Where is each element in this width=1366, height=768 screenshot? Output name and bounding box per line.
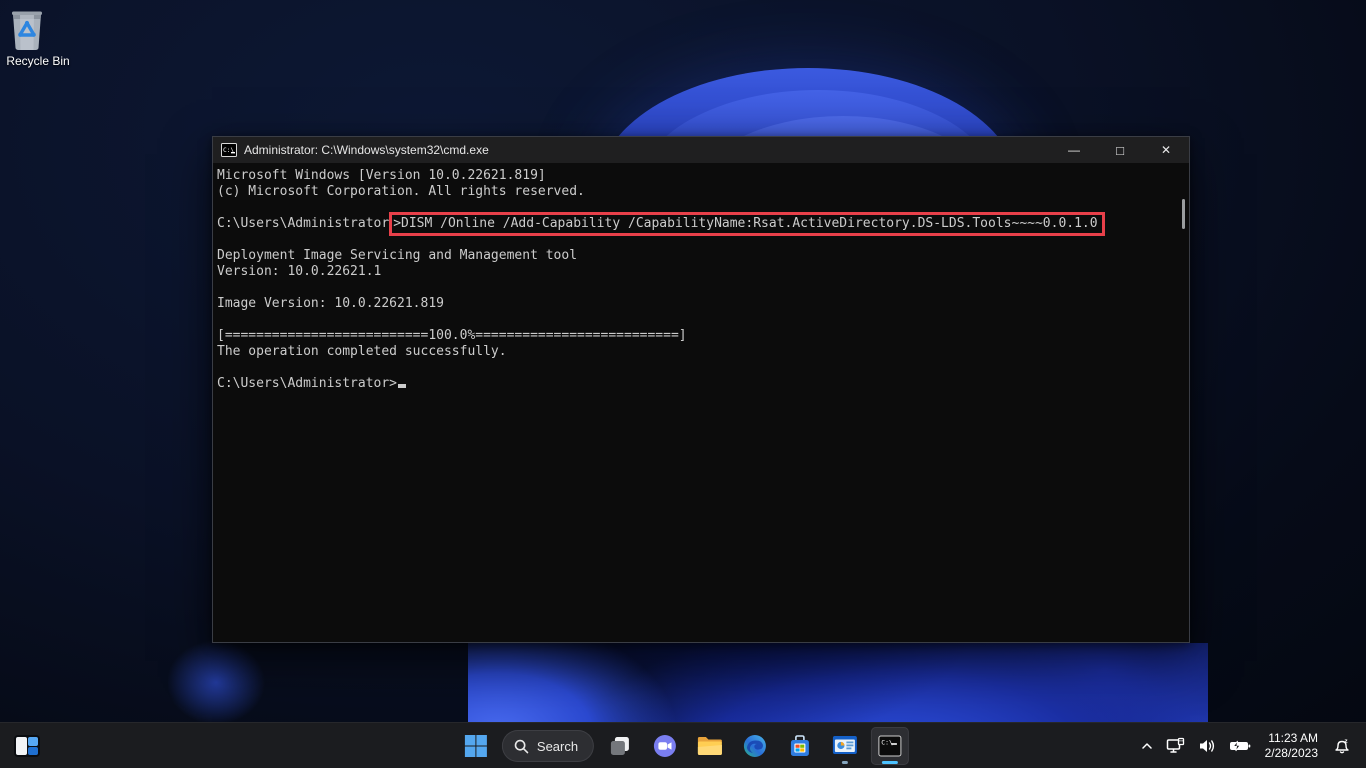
scrollbar-thumb[interactable]: [1182, 199, 1185, 229]
start-icon: [464, 734, 488, 758]
svg-text:C:\: C:\: [882, 739, 894, 747]
tray-clock[interactable]: 11:23 AM 2/28/2023: [1259, 731, 1324, 761]
highlight-annotation-box: >DISM /Online /Add-Capability /Capabilit…: [389, 212, 1104, 236]
ethernet-icon: [1166, 737, 1186, 755]
tray-volume-button[interactable]: [1194, 727, 1221, 765]
cmd-app-icon: C:\: [221, 143, 237, 157]
store-icon: [788, 734, 812, 758]
tray-battery-button[interactable]: [1225, 727, 1255, 765]
widgets-icon: [14, 735, 40, 757]
search-label: Search: [537, 739, 578, 754]
terminal-output[interactable]: Microsoft Windows [Version 10.0.22621.81…: [213, 163, 1189, 644]
tray-notifications-button[interactable]: z: [1328, 727, 1356, 765]
prompt-text: C:\Users\Administrator: [217, 216, 389, 232]
terminal-scrollbar[interactable]: [1179, 167, 1187, 637]
tray-hidden-icons-button[interactable]: [1136, 727, 1158, 765]
terminal-line: Microsoft Windows [Version 10.0.22621.81…: [217, 168, 1175, 184]
taskbar-cmd-button[interactable]: C:\: [871, 727, 909, 765]
taskbar: Search: [0, 722, 1366, 768]
taskbar-task-view-button[interactable]: [601, 727, 639, 765]
edge-icon: [743, 734, 767, 758]
terminal-line: (c) Microsoft Corporation. All rights re…: [217, 184, 1175, 200]
taskbar-store-button[interactable]: [781, 727, 819, 765]
taskbar-widgets-button[interactable]: [8, 727, 46, 765]
chevron-up-icon: [1140, 739, 1154, 753]
terminal-prompt-line: C:\Users\Administrator>: [217, 376, 1175, 392]
cmd-window: C:\ Administrator: C:\Windows\system32\c…: [212, 136, 1190, 643]
volume-icon: [1198, 738, 1217, 754]
clock-time: 11:23 AM: [1265, 731, 1318, 746]
close-button[interactable]: ✕: [1143, 137, 1189, 163]
wallpaper-bloom-bottom: [468, 643, 1208, 722]
battery-charging-icon: [1229, 739, 1251, 753]
file-explorer-icon: [697, 735, 723, 757]
cmd-titlebar[interactable]: C:\ Administrator: C:\Windows\system32\c…: [213, 137, 1189, 163]
do-not-disturb-bell-icon: z: [1332, 737, 1352, 755]
cmd-icon: C:\: [878, 735, 902, 757]
text-cursor: [398, 384, 406, 388]
task-view-icon: [608, 734, 632, 758]
terminal-line: Deployment Image Servicing and Managemen…: [217, 248, 1175, 264]
svg-text:z: z: [1344, 738, 1348, 745]
terminal-line: Version: 10.0.22621.1: [217, 264, 1175, 280]
clock-date: 2/28/2023: [1265, 746, 1318, 761]
terminal-line: Image Version: 10.0.22621.819: [217, 296, 1175, 312]
taskbar-start-button[interactable]: [457, 727, 495, 765]
terminal-command-line: C:\Users\Administrator >DISM /Online /Ad…: [217, 216, 1175, 232]
active-app-indicator: [882, 761, 898, 764]
taskbar-chat-button[interactable]: [646, 727, 684, 765]
chat-icon: [653, 734, 677, 758]
maximize-button[interactable]: □: [1097, 137, 1143, 163]
minimize-button[interactable]: —: [1051, 137, 1097, 163]
server-manager-icon: [832, 735, 858, 757]
search-icon: [514, 739, 529, 754]
taskbar-server-manager-button[interactable]: [826, 727, 864, 765]
recycle-bin-shortcut[interactable]: Recycle Bin: [6, 6, 70, 68]
taskbar-file-explorer-button[interactable]: [691, 727, 729, 765]
recycle-bin-label: Recycle Bin: [6, 54, 70, 68]
taskbar-edge-button[interactable]: [736, 727, 774, 765]
recycle-bin-icon: [6, 6, 70, 52]
taskbar-search[interactable]: Search: [502, 730, 594, 762]
tray-network-button[interactable]: [1162, 727, 1190, 765]
window-title: Administrator: C:\Windows\system32\cmd.e…: [244, 143, 1051, 157]
desktop: Recycle Bin C:\ Administrator: C:\Window…: [0, 0, 1366, 768]
running-app-indicator: [842, 761, 848, 764]
terminal-line: The operation completed successfully.: [217, 344, 1175, 360]
progress-bar-line: [==========================100.0%=======…: [217, 328, 1175, 344]
